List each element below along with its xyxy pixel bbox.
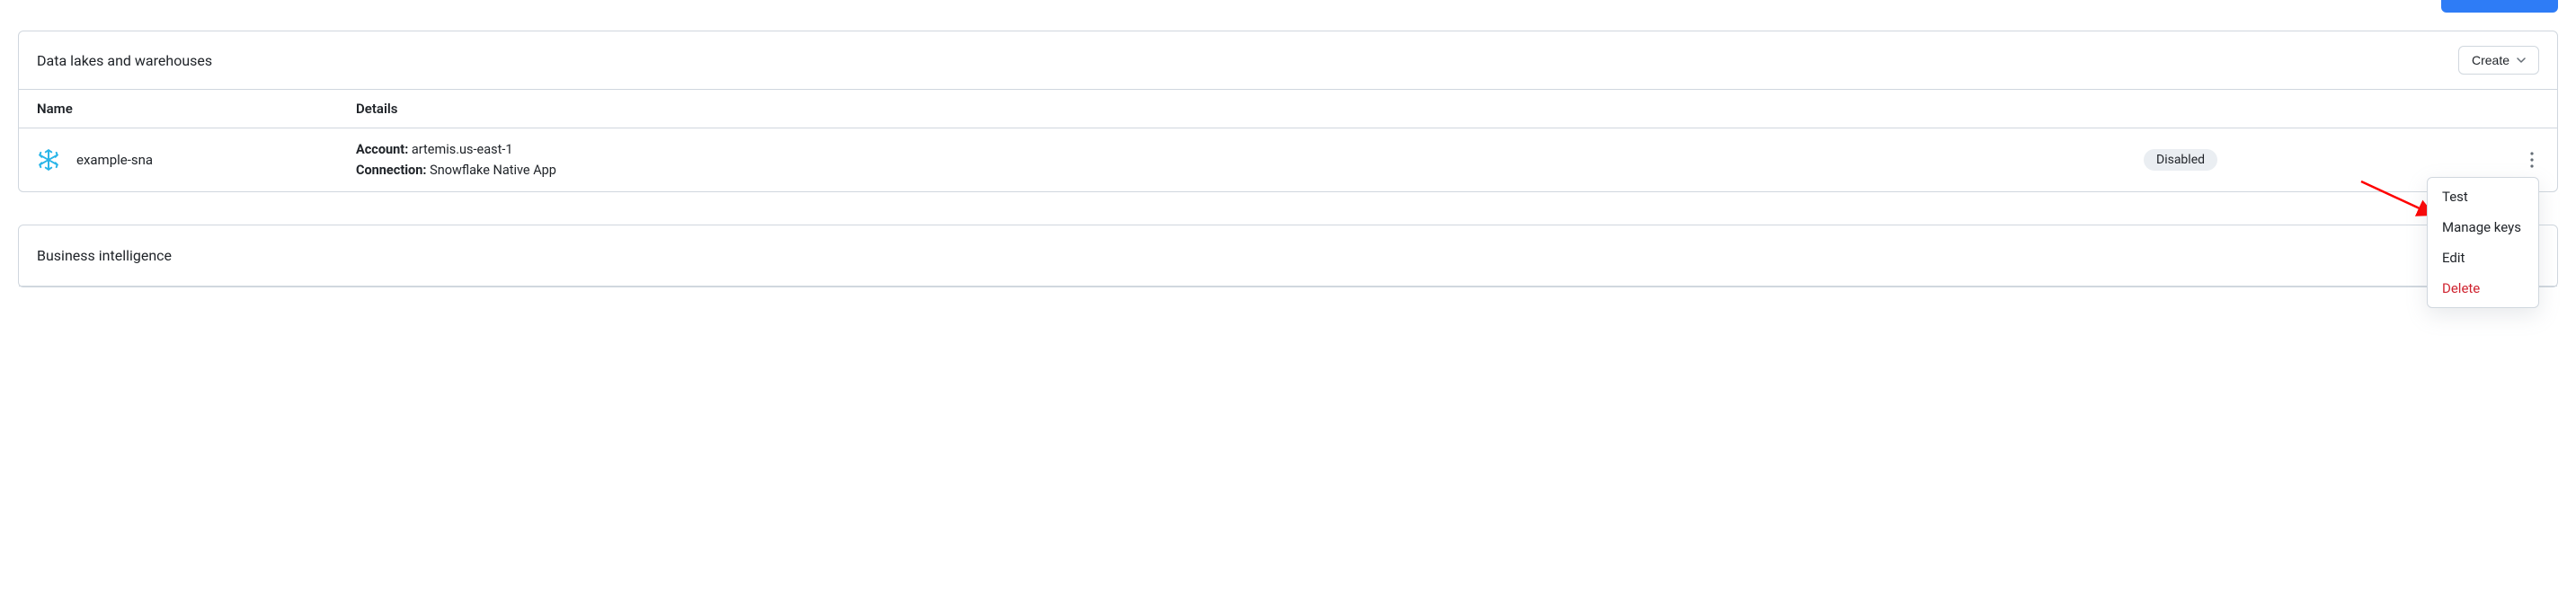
connection-value: Snowflake Native App <box>430 163 556 178</box>
business-intelligence-panel: Business intelligence <box>18 225 2558 287</box>
details-cell: Account: artemis.us-east-1 Connection: S… <box>356 139 2144 181</box>
table-row: example-sna Account: artemis.us-east-1 C… <box>19 128 2557 191</box>
row-actions-button[interactable] <box>2525 146 2539 173</box>
panel-header: Data lakes and warehouses Create <box>19 31 2557 90</box>
row-name: example-sna <box>76 152 153 168</box>
status-cell: Disabled <box>2144 149 2485 171</box>
primary-button-fragment[interactable] <box>2441 0 2558 13</box>
panel-title: Data lakes and warehouses <box>37 52 212 69</box>
panel-title: Business intelligence <box>37 247 2539 264</box>
account-label: Account: <box>356 142 408 157</box>
account-value: artemis.us-east-1 <box>412 142 513 157</box>
create-button-label: Create <box>2472 53 2509 67</box>
dropdown-item-test[interactable]: Test <box>2428 181 2538 212</box>
column-header-details: Details <box>356 101 2144 117</box>
snowflake-icon <box>37 148 60 172</box>
name-cell: example-sna <box>37 148 356 172</box>
dropdown-item-delete[interactable]: Delete <box>2428 273 2538 304</box>
actions-dropdown: Test Manage keys Edit Delete <box>2427 177 2539 308</box>
panel-header: Business intelligence <box>19 225 2557 287</box>
create-button[interactable]: Create <box>2458 46 2539 75</box>
data-lakes-panel: Data lakes and warehouses Create Name De… <box>18 31 2558 192</box>
dropdown-item-manage-keys[interactable]: Manage keys <box>2428 212 2538 243</box>
chevron-down-icon <box>2517 57 2526 63</box>
table-header: Name Details <box>19 90 2557 128</box>
kebab-icon <box>2530 152 2534 168</box>
status-badge: Disabled <box>2144 149 2217 171</box>
dropdown-item-edit[interactable]: Edit <box>2428 243 2538 273</box>
connection-label: Connection: <box>356 163 426 178</box>
column-header-name: Name <box>37 101 356 117</box>
